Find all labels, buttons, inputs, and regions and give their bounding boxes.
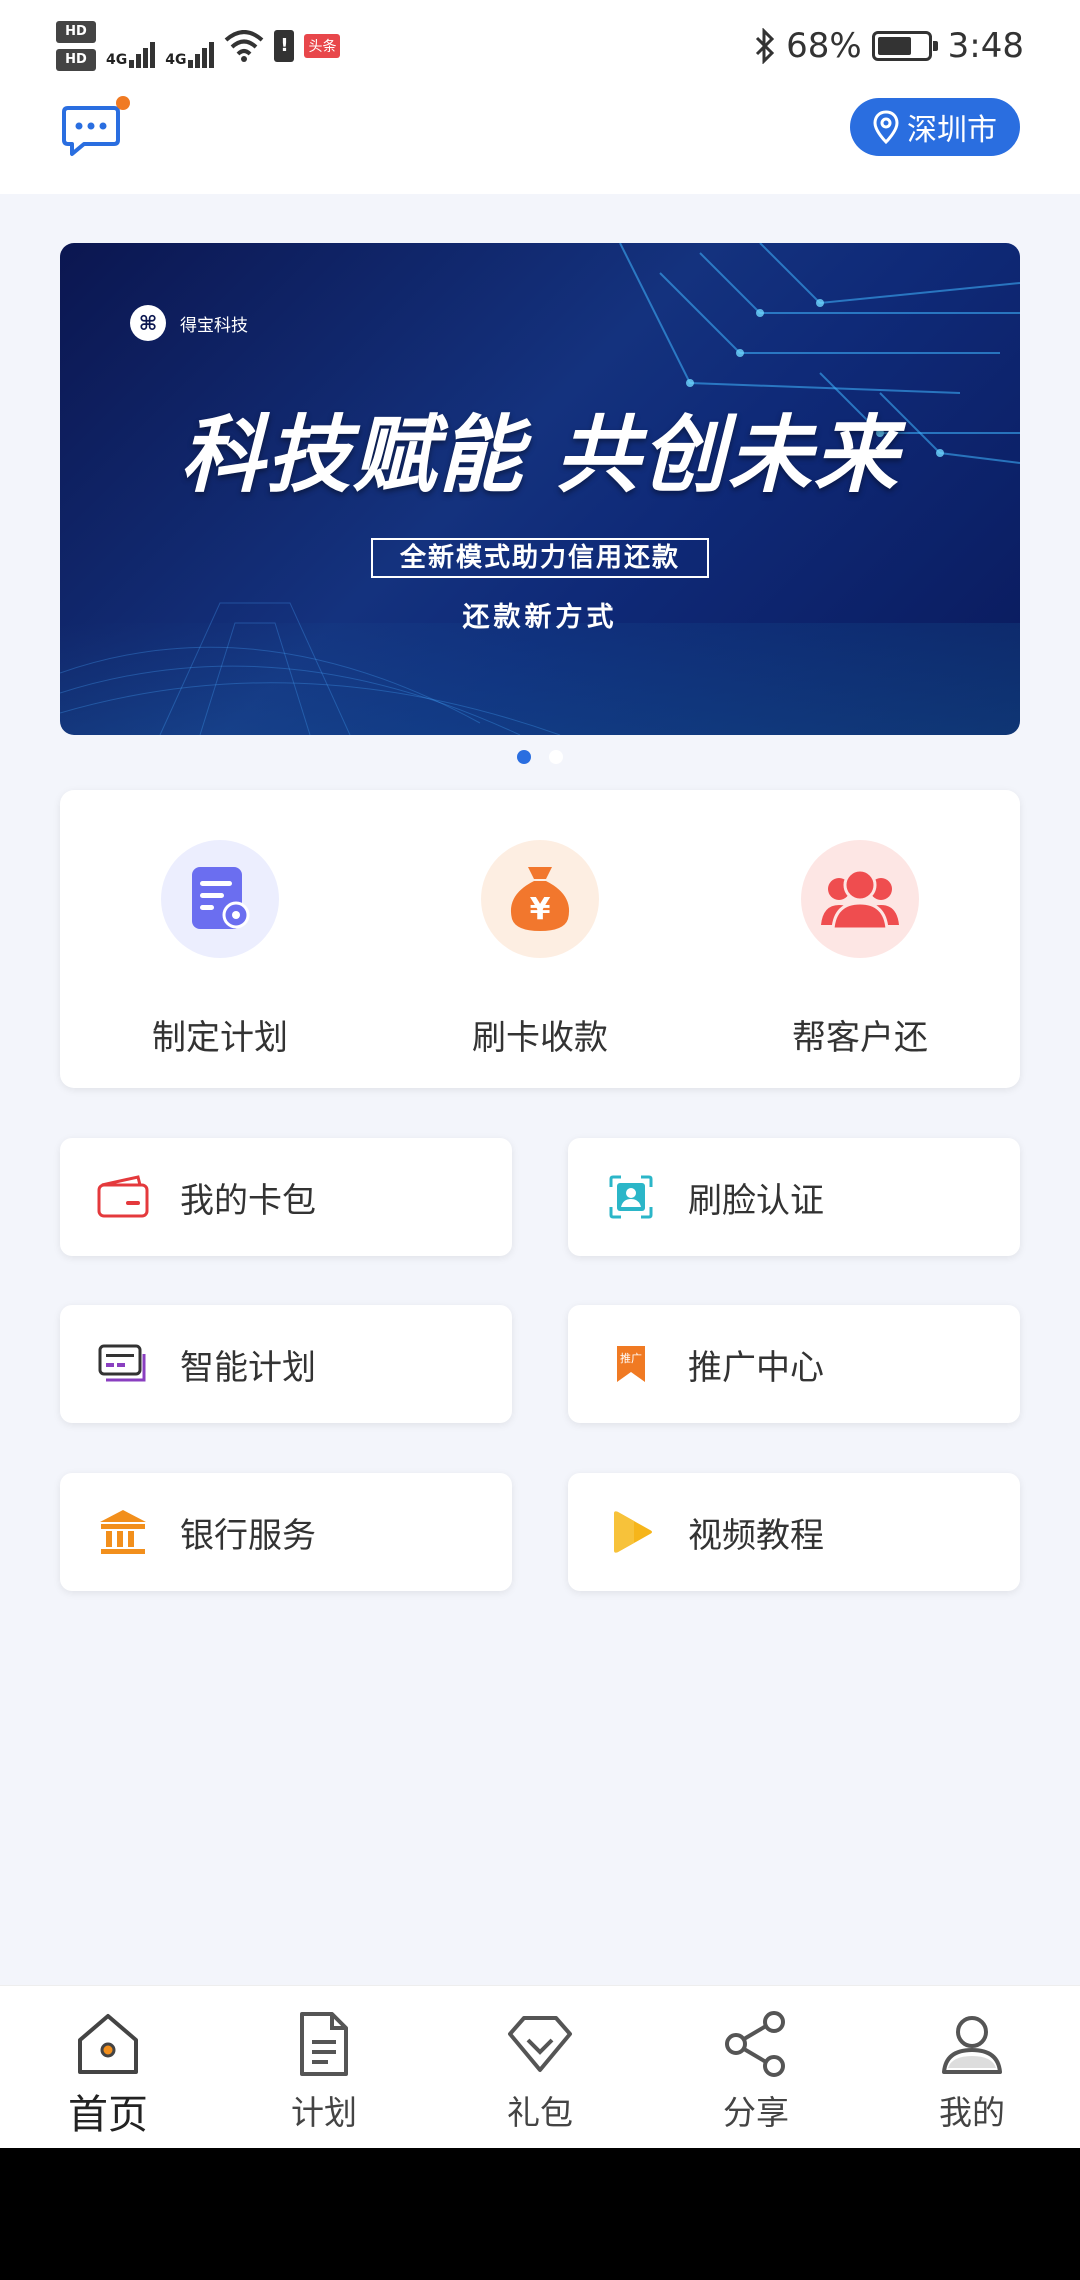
hd-badge-1: HD [56, 21, 96, 43]
battery-percent: 68% [786, 26, 862, 66]
svg-text:¥: ¥ [530, 892, 551, 927]
clock: 3:48 [947, 26, 1024, 66]
pagination-dot[interactable] [549, 750, 563, 764]
card-wallet-icon [96, 1170, 150, 1224]
nav-profile[interactable]: 我的 [864, 1986, 1080, 2148]
banner-subtitle: 还款新方式 [462, 602, 618, 633]
tile-video-tutorial[interactable]: 视频教程 [568, 1473, 1020, 1591]
banner-pagination [0, 750, 1080, 764]
wifi-icon [225, 30, 264, 62]
app-notification-badge: 头条 [304, 34, 341, 58]
pagination-dot[interactable] [517, 750, 531, 764]
status-left: HD HD 4G 4G ! 头条 [56, 14, 341, 78]
signal-2-icon: 4G [165, 24, 215, 68]
tile-label: 推广中心 [688, 1347, 824, 1388]
battery-icon [871, 31, 938, 61]
nav-label: 分享 [723, 2093, 789, 2132]
alert-icon: ! [274, 30, 295, 62]
tile-label: 智能计划 [180, 1347, 316, 1388]
main-actions-card: 制定计划 ¥ 刷卡收款 帮客户还 [60, 790, 1020, 1088]
promo-icon-text: 推广 [620, 1351, 642, 1365]
hd-indicators: HD HD [56, 21, 96, 71]
action-help-customer[interactable]: 帮客户还 [700, 790, 1020, 1088]
brand-logo-icon: ⌘ [130, 305, 166, 341]
bluetooth-icon [756, 28, 775, 64]
video-play-icon [604, 1505, 658, 1559]
action-label: 帮客户还 [792, 1018, 928, 1058]
document-icon [300, 2012, 348, 2076]
money-bag-icon: ¥ [481, 840, 599, 958]
banner-headline: 科技赋能 共创未来 [180, 405, 900, 504]
banner-brand: ⌘ 得宝科技 [130, 305, 248, 341]
action-card-payment[interactable]: ¥ 刷卡收款 [380, 790, 700, 1088]
unread-dot [116, 96, 130, 110]
bank-icon [96, 1505, 150, 1559]
banner-boxed-text: 全新模式助力信用还款 [371, 538, 709, 578]
tile-face-auth[interactable]: 刷脸认证 [568, 1138, 1020, 1256]
hd-badge-2: HD [56, 49, 96, 71]
network-type-1: 4G [106, 52, 128, 68]
nav-label: 我的 [939, 2093, 1005, 2132]
city-label: 深圳市 [907, 113, 997, 148]
tile-label: 我的卡包 [180, 1180, 316, 1221]
status-bar: HD HD 4G 4G ! 头条 68% 3:48 [0, 0, 1080, 90]
tile-label: 刷脸认证 [688, 1180, 824, 1221]
nav-label: 礼包 [507, 2093, 573, 2132]
action-label: 制定计划 [152, 1018, 288, 1058]
status-right: 68% 3:48 [754, 18, 1024, 74]
tile-smart-plan[interactable]: 智能计划 [60, 1305, 512, 1423]
nav-label: 首页 [68, 2092, 148, 2138]
city-selector-button[interactable]: 深圳市 [850, 98, 1020, 156]
nav-home[interactable]: 首页 [0, 1986, 216, 2148]
promo-banner[interactable]: ⌘ 得宝科技 科技赋能 共创未来 全新模式助力信用还款 还款新方式 [60, 243, 1020, 735]
top-header: 深圳市 [0, 90, 1080, 194]
plan-doc-icon [161, 840, 279, 958]
bottom-navigation: 首页 计划 礼包 分享 我的 [0, 1985, 1080, 2148]
users-icon [801, 840, 919, 958]
nav-share[interactable]: 分享 [648, 1986, 864, 2148]
smart-plan-icon [96, 1337, 150, 1391]
promo-bookmark-icon: 推广 [604, 1337, 658, 1391]
nav-plan[interactable]: 计划 [216, 1986, 432, 2148]
tile-promo-center[interactable]: 推广 推广中心 [568, 1305, 1020, 1423]
profile-icon [942, 2016, 1002, 2074]
tile-label: 银行服务 [180, 1515, 316, 1556]
gift-diamond-icon [508, 2016, 572, 2072]
tile-bank-service[interactable]: 银行服务 [60, 1473, 512, 1591]
home-icon [78, 2014, 138, 2074]
chat-bubble-icon [62, 106, 120, 156]
brand-name: 得宝科技 [180, 315, 248, 336]
tile-label: 视频教程 [688, 1515, 824, 1556]
battery-level [877, 37, 911, 55]
nav-label: 计划 [291, 2093, 357, 2132]
action-label: 刷卡收款 [472, 1018, 608, 1058]
nav-gift[interactable]: 礼包 [432, 1986, 648, 2148]
location-pin-icon [873, 110, 899, 144]
messages-button[interactable] [62, 104, 120, 158]
signal-1-icon: 4G [106, 24, 156, 68]
face-id-icon [604, 1170, 658, 1224]
share-icon [725, 2011, 785, 2077]
action-make-plan[interactable]: 制定计划 [60, 790, 380, 1088]
tile-card-wallet[interactable]: 我的卡包 [60, 1138, 512, 1256]
app-screen: HD HD 4G 4G ! 头条 68% 3:48 深圳市 ⌘ 得宝科技 科技赋… [0, 0, 1080, 2148]
network-type-2: 4G [165, 52, 187, 68]
